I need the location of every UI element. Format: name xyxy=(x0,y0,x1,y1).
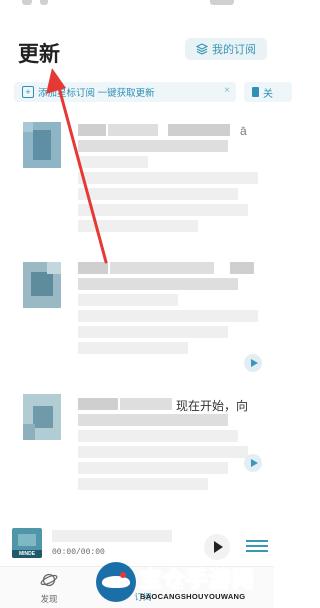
play-episode-button[interactable] xyxy=(244,354,262,372)
feed-item[interactable] xyxy=(0,252,274,382)
watermark-logo xyxy=(96,562,136,602)
blurred-text xyxy=(78,446,248,458)
blurred-text xyxy=(230,262,254,274)
plus-square-icon: + xyxy=(22,86,34,98)
blurred-text xyxy=(78,326,228,338)
blurred-text xyxy=(108,124,158,136)
playlist-button[interactable] xyxy=(246,534,268,558)
playlist-icon xyxy=(246,540,268,542)
feed-item[interactable]: 现在开始，向 xyxy=(0,382,274,522)
blurred-text xyxy=(78,478,208,490)
blurred-text xyxy=(78,310,258,322)
watermark-subtitle: BAOCANGSHOUYOUWANG xyxy=(140,592,246,601)
planet-icon xyxy=(40,573,58,587)
status-bar xyxy=(0,0,274,12)
tab-discover[interactable]: 发现 xyxy=(24,571,74,605)
blurred-text xyxy=(78,188,238,200)
podcast-cover xyxy=(23,122,61,168)
blurred-text xyxy=(78,342,188,354)
bookmark-icon xyxy=(252,87,259,97)
blurred-text xyxy=(78,140,228,152)
blurred-text xyxy=(78,172,258,184)
play-episode-button[interactable] xyxy=(244,454,262,472)
status-glyph xyxy=(210,0,234,5)
episode-title-fragment: 现在开始，向 xyxy=(176,399,249,413)
blurred-text xyxy=(78,204,248,216)
my-subscriptions-label: 我的订阅 xyxy=(212,44,256,56)
blurred-text xyxy=(78,156,148,168)
blurred-text xyxy=(110,262,214,274)
blurred-text xyxy=(78,220,198,232)
play-icon xyxy=(250,359,258,367)
blurred-text xyxy=(120,398,172,410)
play-icon xyxy=(250,459,258,467)
site-watermark: 宝仓手游网 BAOCANGSHOUYOUWANG xyxy=(96,556,272,606)
blurred-text: ā xyxy=(240,124,247,138)
blurred-text xyxy=(78,462,228,474)
status-glyph xyxy=(22,0,32,5)
blurred-text xyxy=(78,398,118,410)
layers-icon xyxy=(196,43,208,55)
watermark-title: 宝仓手游网 xyxy=(139,567,256,593)
page-title: 更新 xyxy=(18,43,60,66)
hint-text: 添加星标订阅 一键获取更新 xyxy=(38,88,155,99)
blurred-text xyxy=(78,294,178,306)
podcast-cover xyxy=(23,394,61,440)
blurred-text xyxy=(78,414,228,426)
status-glyph xyxy=(40,0,48,5)
blurred-text xyxy=(78,124,106,136)
feed-item[interactable]: ā xyxy=(0,112,274,252)
my-subscriptions-button[interactable]: 我的订阅 xyxy=(185,38,267,60)
blurred-text xyxy=(52,530,172,542)
podcast-cover xyxy=(23,262,61,308)
play-icon xyxy=(213,541,223,553)
cover-caption: MINDE xyxy=(12,550,42,558)
close-icon[interactable]: × xyxy=(224,85,230,96)
add-star-subscription-hint[interactable]: + 添加星标订阅 一键获取更新 × xyxy=(14,82,236,102)
blurred-text xyxy=(78,430,238,442)
blurred-text xyxy=(78,262,108,274)
blurred-text xyxy=(168,124,230,136)
tab-discover-label: 发现 xyxy=(40,594,58,604)
now-playing-cover: MINDE xyxy=(12,528,42,558)
secondary-hint[interactable]: 关 xyxy=(244,82,292,102)
secondary-hint-text: 关 xyxy=(263,88,273,100)
blurred-text xyxy=(78,278,238,290)
